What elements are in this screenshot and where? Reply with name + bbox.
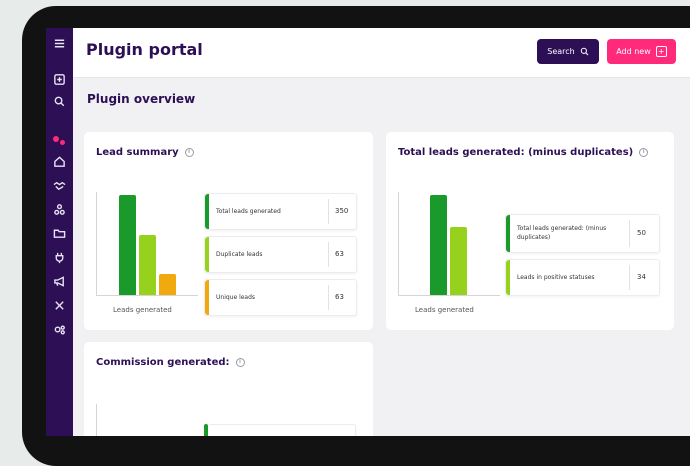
menu-icon[interactable]: [52, 36, 67, 51]
total-leads-title: Total leads generated: (minus duplicates…: [398, 147, 634, 158]
add-square-icon[interactable]: [52, 72, 67, 87]
legend-value: 50: [637, 229, 646, 237]
chart-x-axis: [96, 295, 198, 296]
plug-icon[interactable]: [52, 250, 67, 265]
legend-label: Leads in positive statuses: [517, 274, 595, 281]
lead-summary-title: Lead summary: [96, 147, 179, 158]
chart-caption: Leads generated: [415, 306, 474, 314]
legend-row: [208, 424, 356, 436]
commission-card: Commission generated: i: [84, 342, 373, 436]
dots-logo-icon: [53, 136, 67, 146]
plus-icon: +: [655, 46, 667, 57]
info-icon[interactable]: i: [184, 147, 194, 157]
search-icon[interactable]: [52, 94, 67, 109]
search-button-label: Search: [547, 47, 575, 56]
total-leads-title-row: Total leads generated: (minus duplicates…: [398, 147, 649, 158]
commission-title: Commission generated:: [96, 357, 230, 368]
chart-y-axis: [96, 404, 97, 436]
add-new-button-label: Add new: [616, 47, 651, 56]
chart-bar-positive: [450, 227, 467, 295]
legend-row-total: Total leads generated 350: [204, 193, 357, 230]
chart-bar-total: [119, 195, 136, 295]
info-icon[interactable]: i: [639, 147, 649, 157]
chart-y-axis: [96, 192, 97, 296]
chart-x-axis: [398, 295, 500, 296]
add-new-button[interactable]: Add new +: [607, 39, 676, 64]
folder-icon[interactable]: [52, 226, 67, 241]
settings-icon[interactable]: [52, 322, 67, 337]
legend-row-duplicate: Duplicate leads 63: [204, 236, 357, 273]
info-icon[interactable]: i: [235, 357, 245, 367]
chart-bar-total: [430, 195, 447, 295]
lead-summary-title-row: Lead summary i: [96, 147, 194, 158]
top-bar: Plugin portal Search Add new +: [73, 28, 690, 78]
chart-caption: Leads generated: [113, 306, 172, 314]
search-icon: [580, 47, 589, 56]
legend-row-unique: Unique leads 63: [204, 279, 357, 316]
megaphone-icon[interactable]: [52, 274, 67, 289]
chart-bar-unique: [159, 274, 176, 295]
network-icon[interactable]: [52, 202, 67, 217]
app-screen: Plugin portal Search Add new + Plugin ov…: [46, 28, 690, 436]
home-icon[interactable]: [52, 154, 67, 169]
search-button[interactable]: Search: [537, 39, 599, 64]
legend-label: Unique leads: [216, 294, 256, 301]
chart-bar-duplicate: [139, 235, 156, 295]
legend-label: Total leads generated: [216, 208, 281, 215]
tools-icon[interactable]: [52, 298, 67, 313]
lead-summary-card: Lead summary i Leads generated Total lead…: [84, 132, 373, 330]
legend-value: 63: [335, 250, 344, 258]
total-leads-card: Total leads generated: (minus duplicates…: [386, 132, 674, 330]
legend-label: Duplicate leads: [216, 251, 263, 258]
legend-value: 63: [335, 293, 344, 301]
legend-row-positive: Leads in positive statuses 34: [505, 259, 660, 296]
sidebar: [46, 28, 73, 436]
handshake-icon[interactable]: [52, 178, 67, 193]
chart-y-axis: [398, 192, 399, 296]
commission-title-row: Commission generated: i: [96, 357, 245, 368]
section-title: Plugin overview: [87, 92, 196, 106]
legend-label: Total leads generated: (minus duplicates…: [517, 225, 607, 241]
legend-value: 350: [335, 207, 349, 215]
legend-value: 34: [637, 273, 646, 281]
legend-row-total: Total leads generated: (minus duplicates…: [505, 214, 660, 253]
page-title: Plugin portal: [86, 40, 203, 59]
